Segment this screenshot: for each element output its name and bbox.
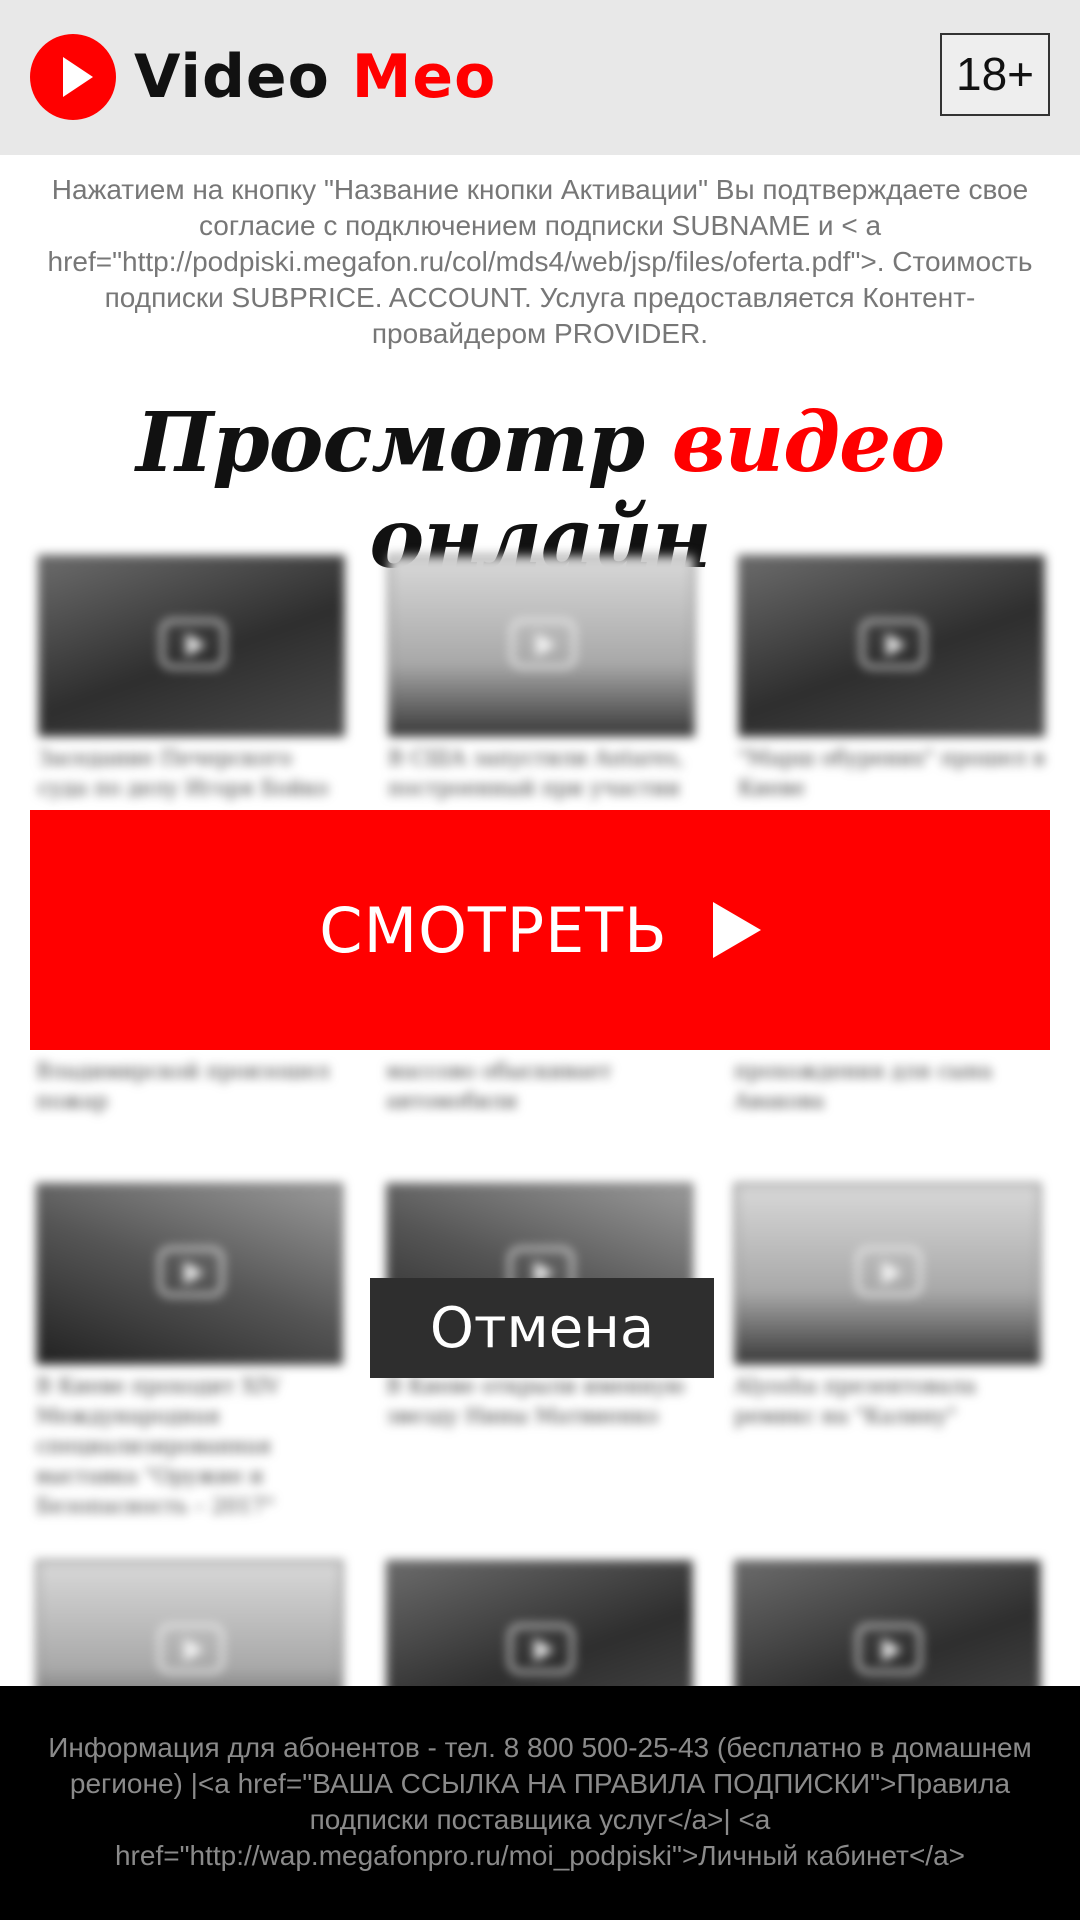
- video-card[interactable]: Alyosha презентовала ремикс на "Калину": [734, 1183, 1041, 1431]
- video-caption: Заседание Печерского суда по делу Игоря …: [38, 746, 329, 800]
- video-card[interactable]: прохождения для сына Авакова: [734, 1050, 1041, 1116]
- watch-button[interactable]: СМОТРЕТЬ: [30, 810, 1050, 1050]
- video-caption: Alyosha презентовала ремикс на "Калину": [734, 1374, 977, 1428]
- footer-info-text: Информация для абонентов - тел. 8 800 50…: [48, 1732, 1032, 1871]
- video-card[interactable]: Заседание Печерского суда по делу Игоря …: [38, 555, 345, 803]
- play-icon: [856, 1247, 922, 1297]
- logo-text: Video Meo: [134, 34, 496, 120]
- play-icon: [160, 619, 226, 669]
- title-part-1: Просмотр: [135, 395, 672, 491]
- play-icon: [510, 619, 576, 669]
- age-rating-badge: 18+: [940, 33, 1050, 116]
- footer: Информация для абонентов - тел. 8 800 50…: [0, 1686, 1080, 1920]
- play-icon: [158, 1247, 224, 1297]
- play-logo-icon: [30, 34, 116, 120]
- video-card[interactable]: массово обыскивает автомобили: [386, 1050, 693, 1116]
- play-arrow-icon: [712, 902, 761, 958]
- video-thumbnail: [738, 555, 1045, 737]
- video-grid: Заседание Печерского суда по делу Игоря …: [0, 555, 1080, 1742]
- play-icon: [158, 1624, 224, 1674]
- play-icon: [508, 1624, 574, 1674]
- video-caption: "Марш обурених" прошел в Киеве: [738, 746, 1045, 800]
- video-thumbnail: [38, 555, 345, 737]
- video-card[interactable]: В Киеве проходит XIV Международная специ…: [36, 1183, 343, 1521]
- video-caption: Владимирской произошел пожар: [36, 1059, 330, 1113]
- video-caption: В Киеве проходит XIV Международная специ…: [36, 1374, 280, 1518]
- video-caption: В Киеве открыли именную звезду Нины Матв…: [386, 1374, 685, 1428]
- video-card[interactable]: В США запустили Antares, построенный при…: [388, 555, 695, 803]
- video-caption: В США запустили Antares, построенный при…: [388, 746, 684, 800]
- logo-word-2: Meo: [351, 42, 497, 112]
- header: Video Meo 18+: [0, 0, 1080, 155]
- watch-button-label: СМОТРЕТЬ: [319, 893, 668, 967]
- play-icon: [856, 1624, 922, 1674]
- video-thumbnail: [388, 555, 695, 737]
- title-accent: видео: [671, 395, 945, 491]
- video-card[interactable]: Владимирской произошел пожар: [36, 1050, 343, 1116]
- video-card[interactable]: "Марш обурених" прошел в Киеве: [738, 555, 1045, 803]
- video-thumbnail: [734, 1183, 1041, 1365]
- video-caption: прохождения для сына Авакова: [734, 1059, 993, 1113]
- cancel-button[interactable]: Отмена: [370, 1278, 714, 1378]
- subscription-disclaimer: Нажатием на кнопку "Название кнопки Акти…: [47, 174, 1033, 349]
- logo-word-1: Video: [134, 42, 330, 112]
- logo[interactable]: Video Meo: [30, 34, 496, 120]
- video-thumbnail: [36, 1183, 343, 1365]
- video-caption: массово обыскивает автомобили: [386, 1059, 612, 1113]
- play-icon: [860, 619, 926, 669]
